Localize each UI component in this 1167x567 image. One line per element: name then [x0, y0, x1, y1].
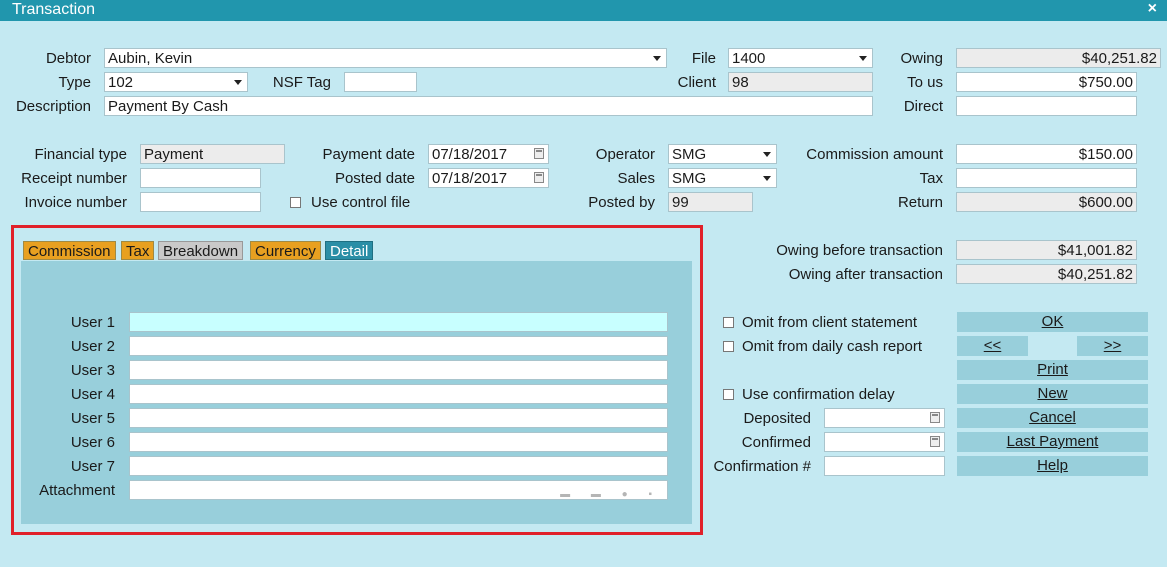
owing-label: Owing [900, 50, 943, 67]
nsf-tag-input[interactable] [344, 72, 417, 92]
sales-value: SMG [672, 170, 707, 187]
confirmation-number-label: Confirmation # [713, 458, 811, 475]
financial-type-label: Financial type [34, 146, 127, 163]
use-control-file-checkbox[interactable] [290, 197, 301, 208]
highlight-box [11, 225, 703, 535]
calendar-icon[interactable] [930, 436, 940, 447]
commission-amount-input[interactable]: $150.00 [956, 144, 1137, 164]
owing-field: $40,251.82 [956, 48, 1161, 68]
file-select[interactable]: 1400 [728, 48, 873, 68]
operator-label: Operator [595, 146, 655, 163]
payment-date-label: Payment date [322, 146, 415, 163]
posted-by-label: Posted by [588, 194, 655, 211]
type-select[interactable]: 102 [104, 72, 248, 92]
cancel-button[interactable]: Cancel [957, 408, 1148, 428]
omit-client-statement-label: Omit from client statement [742, 314, 918, 331]
chevron-down-icon [763, 152, 771, 157]
debtor-label: Debtor [45, 50, 91, 67]
deposited-input[interactable] [824, 408, 945, 428]
owing-after-label: Owing after transaction [788, 266, 943, 283]
owing-before-field: $41,001.82 [956, 240, 1137, 260]
receipt-number-input[interactable] [140, 168, 261, 188]
payment-date-input[interactable]: 07/18/2017 [428, 144, 549, 164]
file-label: File [691, 50, 716, 67]
title-bar: Transaction × [0, 0, 1167, 21]
type-value: 102 [108, 74, 134, 91]
commission-amount-label: Commission amount [806, 146, 943, 163]
omit-client-statement-checkbox[interactable] [723, 317, 734, 328]
chevron-down-icon [763, 176, 771, 181]
file-value: 1400 [732, 50, 766, 67]
client-field: 98 [728, 72, 873, 92]
client-label: Client [677, 74, 716, 91]
confirmed-label: Confirmed [741, 434, 811, 451]
return-label: Return [897, 194, 943, 211]
use-control-file-label: Use control file [311, 194, 411, 211]
operator-value: SMG [672, 146, 707, 163]
financial-type-field: Payment [140, 144, 285, 164]
owing-before-label: Owing before transaction [776, 242, 943, 259]
help-button[interactable]: Help [957, 456, 1148, 476]
to-us-input[interactable]: $750.00 [956, 72, 1137, 92]
to-us-label: To us [907, 74, 943, 91]
description-input[interactable]: Payment By Cash [104, 96, 873, 116]
posted-date-label: Posted date [334, 170, 415, 187]
sales-label: Sales [617, 170, 655, 187]
omit-daily-cash-label: Omit from daily cash report [742, 338, 923, 355]
use-confirmation-delay-checkbox[interactable] [723, 389, 734, 400]
omit-daily-cash-checkbox[interactable] [723, 341, 734, 352]
calendar-icon[interactable] [534, 148, 544, 159]
invoice-number-label: Invoice number [24, 194, 127, 211]
posted-by-field: 99 [668, 192, 753, 212]
confirmed-input[interactable] [824, 432, 945, 452]
close-icon[interactable]: × [1148, 0, 1157, 18]
receipt-number-label: Receipt number [21, 170, 127, 187]
description-label: Description [15, 98, 91, 115]
next-button[interactable]: >> [1077, 336, 1148, 356]
ok-button[interactable]: OK [957, 312, 1148, 332]
window-title: Transaction [12, 1, 95, 18]
type-label: Type [58, 74, 91, 91]
use-confirmation-delay-label: Use confirmation delay [742, 386, 895, 403]
print-button[interactable]: Print [957, 360, 1148, 380]
owing-after-field: $40,251.82 [956, 264, 1137, 284]
direct-input[interactable] [956, 96, 1137, 116]
previous-button[interactable]: << [957, 336, 1028, 356]
deposited-label: Deposited [743, 410, 811, 427]
direct-label: Direct [903, 98, 943, 115]
return-field: $600.00 [956, 192, 1137, 212]
chevron-down-icon [234, 80, 242, 85]
invoice-number-input[interactable] [140, 192, 261, 212]
confirmation-number-input[interactable] [824, 456, 945, 476]
debtor-select[interactable]: Aubin, Kevin [104, 48, 667, 68]
operator-select[interactable]: SMG [668, 144, 777, 164]
debtor-value: Aubin, Kevin [108, 50, 193, 67]
nsf-tag-label: NSF Tag [272, 74, 331, 91]
tax-label: Tax [919, 170, 943, 187]
payment-date-value: 07/18/2017 [432, 146, 508, 163]
tax-input[interactable] [956, 168, 1137, 188]
last-payment-button[interactable]: Last Payment [957, 432, 1148, 452]
posted-date-input[interactable]: 07/18/2017 [428, 168, 549, 188]
new-button[interactable]: New [957, 384, 1148, 404]
calendar-icon[interactable] [534, 172, 544, 183]
calendar-icon[interactable] [930, 412, 940, 423]
sales-select[interactable]: SMG [668, 168, 777, 188]
posted-date-value: 07/18/2017 [432, 170, 508, 187]
